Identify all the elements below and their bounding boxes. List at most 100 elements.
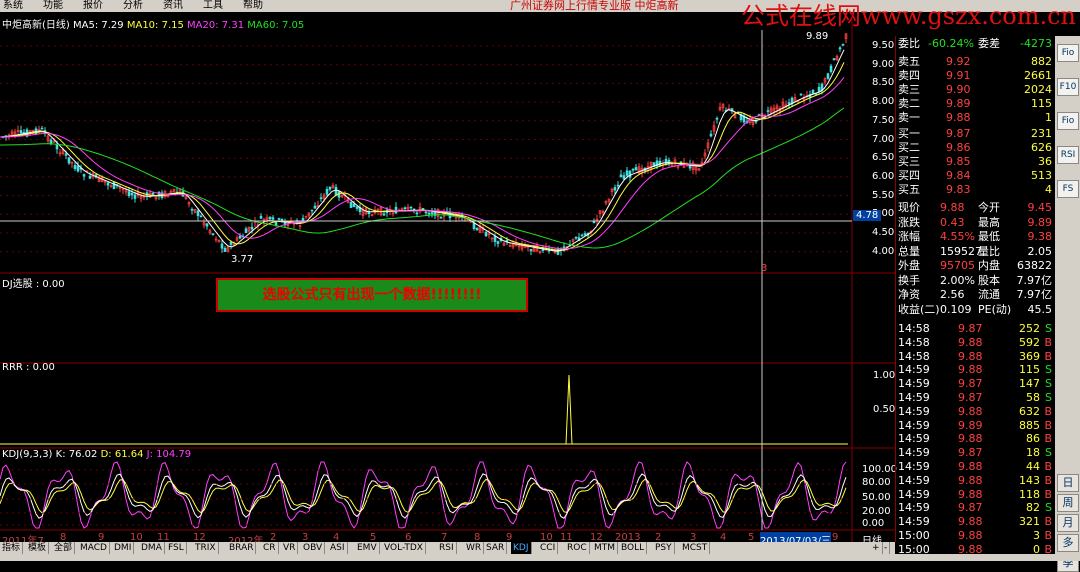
candle-body [472,222,476,229]
stat-value: 63822 [1017,259,1052,272]
candle-body [439,217,443,219]
tick-side: S [1045,363,1052,377]
menu-system[interactable]: 系统 [3,0,23,12]
indicator-tab[interactable]: TRIX [193,542,219,554]
indicator-tab[interactable]: MTM [592,542,619,554]
menu-quote[interactable]: 报价 [83,0,103,12]
weibi-row: 委比 -60.24% 委差 -4273 [896,38,1054,50]
tick-side: S [1045,391,1052,404]
toolbar-button[interactable]: F10 [1057,78,1079,96]
sell-level: 卖四 9.91 2661 [896,70,1054,82]
tick-side: B [1044,487,1052,501]
sell-level: 卖五 9.92 882 [896,56,1054,68]
stat-label: 内盘 [978,259,1000,272]
indicator-tab[interactable]: EMV [355,542,380,554]
tick-time: 14:59 [898,418,930,432]
stat-value: 45.5 [1027,302,1053,316]
indicator-tab[interactable]: DMA [139,542,165,554]
zoom-in-button[interactable]: + [870,542,883,554]
candle-body [106,182,110,186]
toolbar-button[interactable]: 月 [1057,514,1079,532]
tick-vol: 369 [1019,349,1040,363]
ma60-value: MA60: 7.05 [247,20,305,31]
candle-body [277,218,281,220]
indicator-tab[interactable]: 模板 [26,542,50,554]
indicator-tab[interactable]: CCI [538,542,559,554]
indicator-tab[interactable]: PSY [653,542,675,554]
menu-help[interactable]: 帮助 [243,0,263,12]
indicator-tab[interactable]: SAR [484,542,508,554]
price-tick: 9.00 [872,58,895,70]
toolbar-button[interactable]: 日 [1057,474,1079,492]
ma5-value: MA5: 7.29 [73,20,124,31]
chart-svg[interactable] [0,12,895,542]
chart-area[interactable]: 中炬高新(日线) MA5: 7.29 MA10: 7.15 MA20: 7.31… [0,12,897,547]
stat-label: 外盘 [898,259,920,272]
stat-value: 9.89 [1027,215,1053,229]
ma20-value: MA20: 7.31 [187,20,245,31]
toolbar-button[interactable]: RSI [1057,146,1079,164]
ma10-line [0,62,845,251]
indicator-tab[interactable]: BOLL [619,542,648,554]
candle-body [574,236,578,239]
buy-label: 买五 [898,183,920,196]
indicator-tab[interactable]: MACD [78,542,110,554]
indicator-tab[interactable]: VOL-TDX [382,542,426,554]
buy-label: 买二 [898,141,920,154]
indicator-tabs: 指标 模板 全部 MACD DMI DMA FSL TRIX BRAR CR VR OBV ASI EMV… [0,542,895,554]
stat-value: 7.97亿 [1016,273,1053,287]
indicator-tab[interactable]: BRAR [227,542,257,554]
candle-body [529,249,533,252]
tick-time: 14:58 [898,349,930,363]
tick-price: 9.89 [958,418,983,432]
stat-row: 换手 2.00% 股本 7.97亿 [896,273,1054,287]
tick-side: B [1044,432,1052,446]
tick-time: 14:58 [898,335,930,349]
indicator-tab[interactable]: VR [281,542,299,554]
menu-analysis[interactable]: 分析 [123,0,143,12]
indicator-tab[interactable]: RSI [437,542,457,554]
tick-price: 9.87 [958,377,983,391]
indicator-tab[interactable]: 全部 [52,542,76,554]
toolbar-button[interactable]: Fio [1057,44,1079,62]
sell-vol: 1 [1045,111,1052,124]
tick-vol: 58 [1026,391,1040,404]
buy-label: 买一 [898,127,920,140]
indicator-tab[interactable]: 指标 [0,542,24,554]
indicator-tab[interactable]: FSL [166,542,187,554]
toolbar-button[interactable]: Fio [1057,112,1079,130]
stat-value: 2.00% [940,273,975,287]
zoom-out-button[interactable]: - [882,542,891,554]
tick-vol: 118 [1019,487,1040,501]
tick-time: 14:59 [898,377,930,391]
weibi-label: 委比 [898,37,920,50]
toolbar-button[interactable]: 多 [1057,534,1079,552]
buy-level: 买三 9.85 36 [896,156,1054,168]
tick-vol: 321 [1019,515,1040,529]
indicator-tab[interactable]: OBV [301,542,326,554]
indicator-tab[interactable]: ROC [565,542,590,554]
candle-body [67,157,71,164]
toolbar-button[interactable]: FS [1057,180,1079,198]
menu-function[interactable]: 功能 [43,0,63,12]
indicator-tab[interactable]: KDJ [511,542,532,554]
indicator-tab[interactable]: DMI [112,542,135,554]
indicator-tab[interactable]: WR [464,542,485,554]
indicator-tab[interactable]: ASI [328,542,348,554]
high-label: 9.89 [806,31,829,42]
candle-body [430,212,434,215]
candle-body [355,206,359,209]
menu-news[interactable]: 资讯 [163,0,183,12]
toolbar-button[interactable]: 周 [1057,494,1079,512]
tick-row: 14:59 9.87 82 S [896,502,1054,514]
indicator-tab[interactable]: CR [261,542,279,554]
candle-body [709,133,713,137]
candle-body [826,73,830,79]
candle-body [838,47,842,50]
tick-price: 9.88 [958,432,983,446]
stat-label: 流通 [978,288,1000,301]
menu-tools[interactable]: 工具 [203,0,223,12]
indicator-tab[interactable]: MCST [680,542,711,554]
stat-label: PE(动) [978,302,1012,316]
candle-body [313,205,317,209]
